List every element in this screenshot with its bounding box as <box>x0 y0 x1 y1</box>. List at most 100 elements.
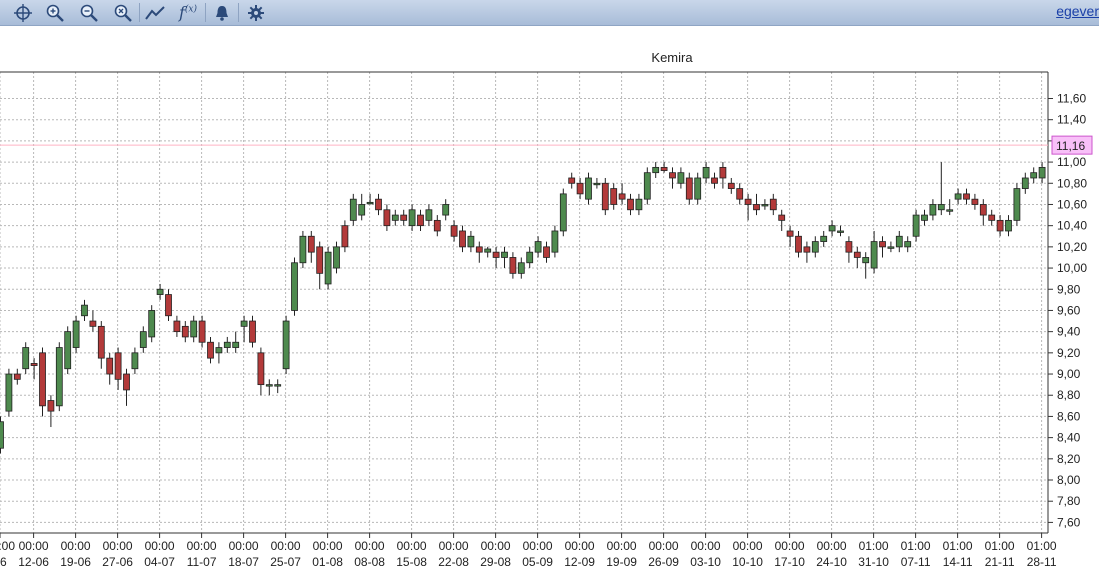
candle <box>139 326 147 353</box>
y-tick-label: 8,00 <box>1057 473 1081 487</box>
candle-body <box>601 182 609 211</box>
candle <box>484 246 492 258</box>
zoom-reset-icon[interactable] <box>108 0 138 25</box>
candle-body <box>173 320 181 333</box>
y-tick-label: 9,40 <box>1057 325 1081 339</box>
y-tick-label: 11,60 <box>1057 91 1086 105</box>
candle <box>534 236 542 258</box>
axes <box>0 71 1053 538</box>
candle <box>13 368 21 385</box>
candle <box>106 352 114 385</box>
candle <box>114 347 122 390</box>
zoom-in-icon[interactable] <box>40 0 70 25</box>
candle-body <box>559 193 567 232</box>
candle-body <box>22 347 30 370</box>
zoom-out-icon[interactable] <box>74 0 104 25</box>
x-tick-time: 00:00 <box>691 539 721 553</box>
candle <box>769 193 777 216</box>
candlestick-chart[interactable]: Kemira 11,6011,4011,2011,0010,8010,6010,… <box>0 25 1099 585</box>
candle <box>509 252 517 279</box>
candle <box>5 368 13 417</box>
candle <box>97 321 105 369</box>
candle-body <box>711 177 718 184</box>
candle <box>753 193 760 216</box>
x-tick-time: 00:00 <box>607 539 637 553</box>
candle <box>173 315 181 337</box>
candle <box>660 162 668 173</box>
x-tick-time: 00:00 <box>187 539 217 553</box>
x-tick-time: 01:00 <box>985 539 1015 553</box>
x-tick-date: 18-07 <box>228 555 259 569</box>
candle-body <box>954 193 962 200</box>
candle-body <box>946 209 954 212</box>
candle <box>526 246 534 269</box>
x-tick-time: 00:00 <box>565 539 595 553</box>
y-tick-label: 11,00 <box>1057 155 1086 169</box>
candle <box>165 289 172 322</box>
candle <box>72 315 80 353</box>
candle-body <box>64 331 72 370</box>
candle <box>727 177 735 194</box>
crosshair-icon[interactable] <box>8 0 38 25</box>
candle-body <box>811 241 819 253</box>
line-chart-icon[interactable] <box>141 0 171 25</box>
candle <box>736 183 744 205</box>
candle-body <box>425 209 433 221</box>
candle-body <box>786 230 794 237</box>
candle-body <box>139 331 147 348</box>
candle-body <box>13 373 21 380</box>
candle-body <box>937 204 945 211</box>
candle <box>467 230 475 253</box>
candle-body <box>123 373 130 391</box>
candle-body <box>879 241 886 248</box>
candle <box>895 230 903 253</box>
candle <box>131 347 139 375</box>
candle-body <box>744 198 752 205</box>
candle-body <box>39 352 46 407</box>
bell-icon[interactable] <box>207 0 237 25</box>
candle <box>870 230 878 274</box>
candle-body <box>643 172 651 200</box>
y-tick-label: 10,60 <box>1057 197 1087 211</box>
x-tick-date: 17-10 <box>774 555 805 569</box>
candle-body <box>265 384 273 387</box>
candle-body <box>853 251 861 258</box>
x-tick-time: 00:00 <box>313 539 343 553</box>
candle-body <box>89 320 97 327</box>
gear-icon[interactable] <box>241 0 271 25</box>
x-tick-time: 00:00 <box>271 539 301 553</box>
candle-body <box>635 198 643 211</box>
candle-body <box>534 241 542 253</box>
candles <box>0 162 1046 454</box>
candle <box>475 241 483 263</box>
candle-body <box>433 219 441 232</box>
candle <box>450 220 458 242</box>
y-axis-ticks: 11,6011,4011,2011,0010,8010,6010,4010,20… <box>1057 91 1087 529</box>
candle <box>81 299 88 322</box>
function-icon[interactable]: f(x) <box>173 0 203 25</box>
x-tick-date: 06 <box>0 555 7 569</box>
candle-body <box>585 177 592 200</box>
x-tick-date: 21-11 <box>985 555 1015 569</box>
candle-body <box>383 209 391 227</box>
candle <box>601 177 609 216</box>
candle <box>610 183 618 210</box>
x-tick-date: 19-09 <box>606 555 637 569</box>
candle <box>912 209 920 242</box>
candle <box>517 257 525 279</box>
candle-body <box>81 304 88 317</box>
candle <box>643 167 651 205</box>
candle-body <box>223 341 231 348</box>
candle <box>954 188 962 205</box>
x-tick-time: 01:00 <box>943 539 973 553</box>
x-tick-date: 04-07 <box>144 555 175 569</box>
grid <box>0 72 1048 533</box>
candle <box>627 193 634 216</box>
candle <box>887 241 895 253</box>
x-tick-date: 10-10 <box>732 555 763 569</box>
toolbar-link[interactable]: egever <box>1056 3 1099 19</box>
candle <box>845 236 853 263</box>
candle-body <box>5 373 13 412</box>
candle <box>366 193 374 205</box>
candle-body <box>215 347 223 354</box>
